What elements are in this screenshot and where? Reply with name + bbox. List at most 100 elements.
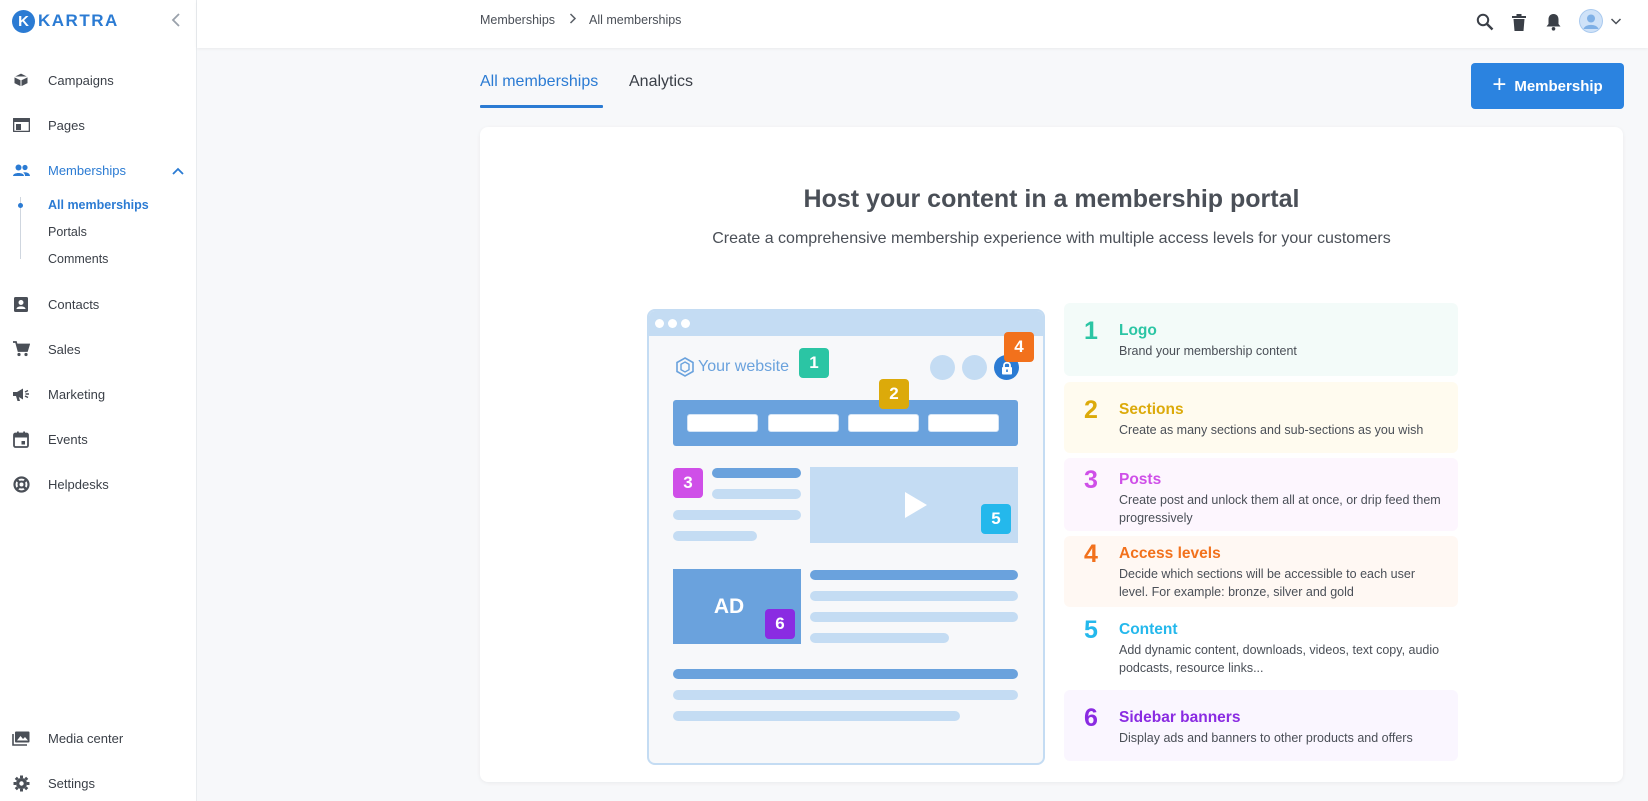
sidebar-item-label: Contacts xyxy=(48,296,100,312)
cart-icon xyxy=(12,340,30,358)
text-line xyxy=(673,531,757,541)
chevron-up-icon[interactable] xyxy=(171,164,185,176)
people-icon xyxy=(12,161,30,179)
feature-sections: 2 Sections Create as many sections and s… xyxy=(1064,382,1458,453)
sidebar-item-helpdesks[interactable]: Helpdesks xyxy=(0,469,196,499)
sidebar-item-media-center[interactable]: Media center xyxy=(0,723,196,753)
feature-posts: 3 Posts Create post and unlock them all … xyxy=(1064,458,1458,531)
feature-number: 6 xyxy=(1084,704,1098,732)
sidebar-item-settings[interactable]: Settings xyxy=(0,768,196,798)
badge-3: 3 xyxy=(673,468,703,498)
feature-number: 1 xyxy=(1084,317,1098,345)
avatar[interactable] xyxy=(1579,9,1603,33)
feature-title: Sections xyxy=(1119,401,1184,418)
badge-1: 1 xyxy=(799,348,829,378)
kartra-logo-mark: K xyxy=(12,9,35,33)
sidebar-item-events[interactable]: Events xyxy=(0,424,196,454)
feature-title: Sidebar banners xyxy=(1119,709,1241,726)
breadcrumb-memberships[interactable]: Memberships xyxy=(480,13,555,27)
circle-placeholder xyxy=(930,355,955,380)
megaphone-icon xyxy=(12,385,30,403)
sidebar-subitem-portals[interactable]: Portals xyxy=(48,225,87,239)
feature-number: 5 xyxy=(1084,616,1098,644)
sidebar-subitem-all-memberships[interactable]: All memberships xyxy=(48,198,149,212)
text-line xyxy=(810,612,1018,622)
badge-2: 2 xyxy=(879,379,909,409)
calendar-icon xyxy=(12,430,30,448)
text-line xyxy=(673,711,960,721)
sidebar-item-label: Pages xyxy=(48,117,85,133)
sidebar-item-label: Helpdesks xyxy=(48,476,109,492)
circle-placeholder xyxy=(962,355,987,380)
text-line xyxy=(712,489,801,499)
your-website-text: Your website xyxy=(698,358,790,375)
text-line xyxy=(673,669,1018,679)
tab-analytics[interactable]: Analytics xyxy=(629,73,693,91)
plus-icon: + xyxy=(1492,70,1507,98)
sidebar-subitem-comments[interactable]: Comments xyxy=(48,252,108,266)
tab-all-memberships[interactable]: All memberships xyxy=(480,73,598,91)
text-line xyxy=(673,510,801,520)
feature-content: 5 Content Add dynamic content, downloads… xyxy=(1064,612,1458,683)
nav-pill xyxy=(687,414,758,432)
sidebar-item-label: Media center xyxy=(48,730,124,746)
feature-title: Access levels xyxy=(1119,545,1221,562)
kartra-logo[interactable]: K KARTRA xyxy=(12,9,119,33)
bell-icon[interactable] xyxy=(1542,11,1564,33)
sidebar-item-label: Events xyxy=(48,431,88,447)
badge-6: 6 xyxy=(765,609,795,639)
contact-card-icon xyxy=(12,295,30,313)
browser-dot xyxy=(668,319,677,328)
sidebar: K KARTRA Campaigns Pages Memberships All… xyxy=(0,0,197,801)
text-line xyxy=(810,633,949,643)
badge-5: 5 xyxy=(981,504,1011,534)
website-illustration: Your website AD 1 2 3 4 5 6 xyxy=(647,309,1045,765)
trash-icon[interactable] xyxy=(1508,11,1530,33)
sidebar-item-contacts[interactable]: Contacts xyxy=(0,289,196,319)
feature-description: Display ads and banners to other product… xyxy=(1119,731,1413,745)
feature-description: Add dynamic content, downloads, videos, … xyxy=(1119,643,1440,675)
sidebar-item-label: Campaigns xyxy=(48,72,114,88)
sidebar-item-pages[interactable]: Pages xyxy=(0,110,196,140)
sidebar-item-campaigns[interactable]: Campaigns xyxy=(0,65,196,95)
text-line xyxy=(673,690,1018,700)
add-membership-button[interactable]: + Membership xyxy=(1471,63,1624,109)
add-membership-label: Membership xyxy=(1514,77,1603,95)
text-line xyxy=(810,591,1018,601)
feature-number: 3 xyxy=(1084,466,1098,494)
play-icon xyxy=(905,492,927,518)
nav-bar-illustration xyxy=(673,400,1018,446)
sidebar-item-label: Sales xyxy=(48,341,81,357)
cube-icon xyxy=(12,71,30,89)
sidebar-item-label: Marketing xyxy=(48,386,106,402)
text-line xyxy=(810,570,1018,580)
sidebar-item-sales[interactable]: Sales xyxy=(0,334,196,364)
gear-icon xyxy=(12,774,30,792)
browser-dot xyxy=(681,319,690,328)
hero-title: Host your content in a membership portal xyxy=(803,185,1300,213)
your-website-logo: Your website xyxy=(675,357,789,377)
feature-access-levels: 4 Access levels Decide which sections wi… xyxy=(1064,536,1458,607)
chevron-right-icon xyxy=(569,13,577,27)
collapse-sidebar-icon[interactable] xyxy=(168,11,184,29)
browser-bar xyxy=(649,311,1043,336)
sidebar-item-label: Memberships xyxy=(48,162,127,178)
search-icon[interactable] xyxy=(1474,11,1496,33)
feature-description: Create post and unlock them all at once,… xyxy=(1119,493,1441,525)
feature-sidebar-banners: 6 Sidebar banners Display ads and banner… xyxy=(1064,690,1458,761)
sidebar-item-marketing[interactable]: Marketing xyxy=(0,379,196,409)
lifebuoy-icon xyxy=(12,475,30,493)
browser-window-icon xyxy=(12,116,30,134)
feature-description: Brand your membership content xyxy=(1119,344,1297,358)
sidebar-item-memberships[interactable]: Memberships xyxy=(0,155,196,185)
submenu-active-dot xyxy=(18,203,23,208)
sidebar-item-label: Settings xyxy=(48,775,95,791)
nav-pill xyxy=(928,414,999,432)
media-folder-icon xyxy=(12,729,30,747)
nav-pill xyxy=(848,414,919,432)
hexagon-logo-icon xyxy=(675,357,695,377)
chevron-down-icon[interactable] xyxy=(1610,14,1622,26)
membership-empty-state-card: Host your content in a membership portal… xyxy=(480,127,1623,782)
breadcrumb: Memberships All memberships xyxy=(480,13,681,27)
feature-title: Posts xyxy=(1119,471,1162,488)
